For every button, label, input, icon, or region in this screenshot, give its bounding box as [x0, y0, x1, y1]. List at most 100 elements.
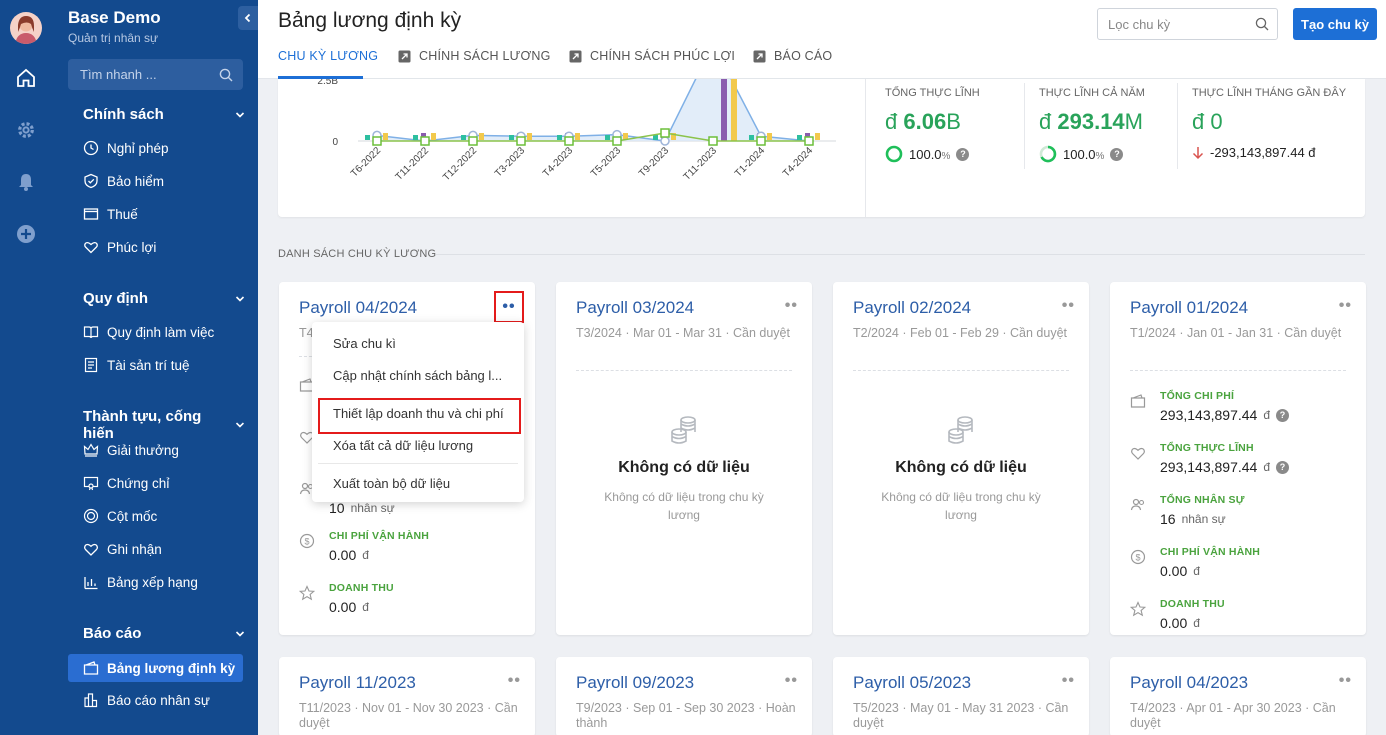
menu-item-xoa-du-lieu-luong[interactable]: Xóa tất cả dữ liệu lương	[333, 438, 473, 453]
book-icon	[83, 326, 99, 339]
payroll-card[interactable]: Payroll 01/2024 •• T1/2024 · Jan 01 - Ja…	[1110, 282, 1366, 635]
search-icon	[1255, 17, 1269, 31]
card-more-button[interactable]: ••	[1062, 297, 1075, 315]
filter-placeholder: Lọc chu kỳ	[1108, 16, 1171, 32]
empty-title: Không có dữ liệu	[895, 459, 1027, 476]
payroll-card[interactable]: Payroll 03/2024 •• T3/2024 · Mar 01 - Ma…	[556, 282, 812, 635]
tab-bao-cao[interactable]: BÁO CÁO	[753, 49, 832, 63]
series-area	[377, 79, 809, 141]
card-more-button[interactable]: ••	[785, 672, 798, 690]
card-title[interactable]: Payroll 11/2023	[299, 673, 416, 693]
heart-hand-icon	[84, 241, 98, 254]
card-title[interactable]: Payroll 01/2024	[1130, 298, 1248, 318]
payroll-card[interactable]: Payroll 11/2023 •• T11/2023 · Nov 01 - N…	[279, 657, 535, 735]
data-bar	[461, 135, 466, 140]
card-title[interactable]: Payroll 04/2024	[299, 298, 417, 318]
create-cycle-button[interactable]: Tạo chu kỳ	[1293, 8, 1377, 40]
data-bar	[815, 133, 820, 140]
data-bar	[527, 133, 532, 140]
tab-chinh-sach-luong[interactable]: CHÍNH SÁCH LƯƠNG	[398, 49, 551, 63]
sidebar-item-cot-moc[interactable]: Cột mốc	[83, 508, 243, 524]
bell-icon[interactable]	[14, 170, 38, 194]
sidebar-item-chung-chi[interactable]: Chứng chỉ	[83, 475, 243, 491]
stat-value: đ 6.06B	[885, 109, 961, 134]
sidebar-item-bao-cao-nhan-su[interactable]: Báo cáo nhân sự	[83, 692, 243, 708]
help-icon[interactable]: ?	[1276, 460, 1290, 474]
card-actions-menu: Sửa chu kì Cập nhật chính sách bảng l...…	[312, 322, 524, 502]
menu-item-cap-nhat-chinh-sach[interactable]: Cập nhật chính sách bảng l...	[333, 368, 502, 383]
gear-icon[interactable]	[14, 118, 38, 142]
chevron-down-icon	[235, 630, 245, 637]
document-list-icon	[84, 357, 98, 373]
section-chinh-sach[interactable]: Chính sách	[83, 106, 245, 123]
section-quy-dinh[interactable]: Quy định	[83, 290, 245, 307]
quick-search-input[interactable]: Tìm nhanh ...	[68, 59, 243, 90]
card-more-button[interactable]: ••	[1062, 672, 1075, 690]
card-title[interactable]: Payroll 09/2023	[576, 673, 694, 693]
help-icon[interactable]: ?	[956, 147, 970, 161]
section-label: Báo cáo	[83, 625, 142, 642]
tab-chu-ky-luong[interactable]: CHU KỲ LƯƠNG	[278, 49, 378, 63]
arrow-down-icon	[1192, 146, 1204, 159]
menu-item-xuat-du-lieu[interactable]: Xuất toàn bộ dữ liệu	[333, 476, 450, 491]
payroll-card[interactable]: Payroll 04/2023 •• T4/2023 · Apr 01 - Ap…	[1110, 657, 1366, 735]
card-more-button-highlighted[interactable]: ••	[494, 291, 524, 323]
section-thanh-tuu[interactable]: Thành tựu, cống hiến	[83, 408, 245, 442]
x-tick-label: T6-2022	[349, 145, 383, 179]
home-icon[interactable]	[14, 66, 38, 90]
sidebar-item-bang-luong-dinh-ky[interactable]: Bảng lương định kỳ	[68, 654, 243, 682]
sidebar-item-nghi-phep[interactable]: Nghỉ phép	[83, 140, 243, 156]
data-point	[516, 136, 526, 146]
stat-foot: 100.0% ?	[1039, 145, 1189, 163]
sidebar-item-giai-thuong[interactable]: Giải thưởng	[83, 442, 243, 458]
metric-label: TỔNG CHI PHÍ	[1160, 390, 1235, 402]
card-title[interactable]: Payroll 05/2023	[853, 673, 971, 693]
panel-divider	[865, 79, 866, 217]
collapse-sidebar-button[interactable]	[238, 6, 258, 30]
payroll-card[interactable]: Payroll 05/2023 •• T5/2023 · May 01 - Ma…	[833, 657, 1089, 735]
card-title[interactable]: Payroll 03/2024	[576, 298, 694, 318]
sidebar-item-thue[interactable]: Thuế	[83, 206, 243, 222]
receipt-icon	[83, 208, 99, 220]
help-icon[interactable]: ?	[1110, 147, 1124, 161]
card-more-button[interactable]: ••	[785, 297, 798, 315]
menu-separator	[318, 463, 518, 464]
payroll-card[interactable]: Payroll 02/2024 •• T2/2024 · Feb 01 - Fe…	[833, 282, 1089, 635]
card-title[interactable]: Payroll 02/2024	[853, 298, 971, 318]
add-circle-icon[interactable]	[14, 222, 38, 246]
help-icon[interactable]: ?	[1276, 408, 1290, 422]
sidebar-item-phuc-loi[interactable]: Phúc lợi	[83, 239, 243, 255]
card-more-button[interactable]: ••	[508, 672, 521, 690]
tab-chinh-sach-phuc-loi[interactable]: CHÍNH SÁCH PHÚC LỢI	[569, 49, 735, 63]
sidebar-item-tai-san-tri-tue[interactable]: Tài sản trí tuệ	[83, 357, 243, 373]
sidebar-item-bang-xep-hang[interactable]: Bảng xếp hạng	[83, 574, 243, 590]
card-more-button[interactable]: ••	[1339, 672, 1352, 690]
menu-item-sua-chu-ki[interactable]: Sửa chu kì	[333, 336, 396, 351]
y-tick-label: 2.5B	[317, 79, 338, 87]
star-icon	[299, 585, 315, 601]
card-subtitle: T5/2023 · May 01 - May 31 2023 · Cần duy…	[853, 701, 1069, 730]
card-title[interactable]: Payroll 04/2023	[1130, 673, 1248, 693]
coins-icon	[948, 416, 973, 444]
card-divider	[1130, 370, 1346, 371]
data-bar	[365, 135, 370, 140]
payroll-chart: 2.5B 0 T6-2022 T11-2022 T12-2022 T3-2023 T4-20…	[317, 79, 836, 183]
coins-icon	[671, 416, 696, 444]
sidebar-item-ghi-nhan[interactable]: Ghi nhận	[83, 541, 243, 557]
sidebar-item-quy-dinh-lam-viec[interactable]: Quy định làm việc	[83, 324, 243, 340]
heading-line	[436, 254, 1365, 255]
filter-cycle-input[interactable]: Lọc chu kỳ	[1097, 8, 1278, 40]
card-subtitle: T2/2024 · Feb 01 - Feb 29 · Cần duyệt	[853, 326, 1068, 340]
data-bar	[557, 135, 562, 140]
metric-value: 293,143,897.44 đ?	[1160, 407, 1290, 423]
chevron-down-icon	[235, 111, 245, 118]
card-more-button[interactable]: ••	[1339, 297, 1352, 315]
sidebar-item-bao-hiem[interactable]: Bảo hiểm	[83, 173, 243, 189]
payroll-card[interactable]: Payroll 09/2023 •• T9/2023 · Sep 01 - Se…	[556, 657, 812, 735]
section-bao-cao[interactable]: Báo cáo	[83, 625, 245, 642]
menu-item-thiet-lap-doanh-thu[interactable]: Thiết lập doanh thu và chi phí	[333, 406, 504, 421]
avatar[interactable]	[10, 12, 42, 44]
metric-label: TỔNG THỰC LĨNH	[1160, 442, 1254, 454]
stat-label: TỔNG THỰC LĨNH	[885, 87, 980, 99]
stat-thuc-linh-ca-nam: THỰC LĨNH CẢ NĂM đ 293.14M 100.0% ?	[1039, 79, 1189, 163]
